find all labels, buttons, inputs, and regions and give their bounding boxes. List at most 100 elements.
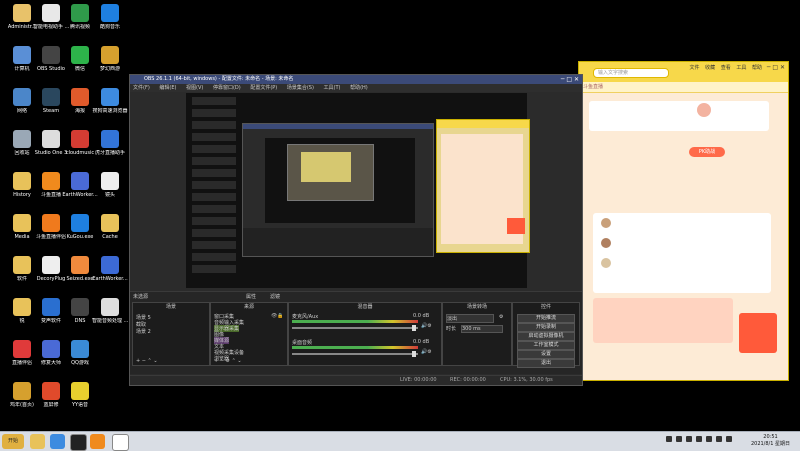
controls-header: 控件 [540,304,551,310]
transition-select[interactable]: 淡出 [446,314,494,323]
browser-promo-banner[interactable] [593,298,733,343]
studio-mode-button[interactable]: 工作室模式 [517,341,575,350]
browser-menu-view[interactable]: 查看 [721,65,731,71]
desktop-icon-label: 酷狗音乐 [99,24,120,30]
obs-menu-tools[interactable]: 工具(T) [324,85,341,91]
start-streaming-button[interactable]: 开始推流 [517,314,575,323]
status-cpu: CPU: 3.1%, 30.00 fps [500,377,553,383]
source-bar-label: 未选源 [133,294,149,300]
scene-item[interactable]: 截取 [136,321,146,328]
source-toolbar[interactable]: + − ⚙ ⌃ ⌄ [214,358,242,364]
desktop-icon-image [71,4,89,22]
desktop-icon-image [13,298,31,316]
desktop-icon-label: QQ游戏 [71,360,89,366]
scene-item[interactable]: 场景 2 [136,328,151,335]
mic-volume-slider[interactable] [292,325,418,331]
obs-preview[interactable] [186,93,530,288]
browser-rank-list [593,213,771,293]
source-filters-button[interactable]: 滤镜 [270,293,280,300]
preview-nested-browser [436,119,530,253]
desktop-icon[interactable]: 镜头 [92,172,128,198]
desktop-icon-image [13,214,31,232]
browser-search-input[interactable]: 输入文字搜索 [593,68,669,78]
desktop-icon-label: EarthWorker... [92,276,128,282]
desktop-icon-image [42,4,60,22]
browser-menu-favorites[interactable]: 收藏 [705,65,715,71]
start-recording-button[interactable]: 开始录制 [517,323,575,332]
desktop-icon-image [101,4,119,22]
tray-icon[interactable] [686,436,692,442]
exit-button[interactable]: 退出 [517,359,575,368]
sources-header: 来源 [243,304,254,310]
desktop-icon[interactable]: 智能音频处理 ... [92,298,128,324]
preview-desktop-icons [192,97,236,277]
transition-settings-icon[interactable]: ⚙ [499,314,503,320]
tray-icon[interactable] [676,436,682,442]
obs-window[interactable]: OBS 26.1.1 (64-bit, windows) - 配置文件: 未命名… [129,74,583,386]
desktop-icon-image [13,88,31,106]
desktop-icon-image [42,340,60,358]
clock-time: 20:51 [763,434,778,440]
streamer-avatar[interactable] [697,103,711,117]
obs-menu-docks[interactable]: 停靠窗口(D) [213,85,241,91]
start-virtual-camera-button[interactable]: 启动虚拟摄像机 [517,332,575,341]
network-icon[interactable] [706,436,712,442]
douyu-taskbar-icon[interactable] [90,434,105,449]
desktop-icon[interactable]: 虎牙直播助手 [92,130,128,156]
scenes-header: 场景 [165,304,176,310]
desktop-icon[interactable]: 搜狗高速浏览器 [92,88,128,114]
pk-button[interactable]: PK助战 [689,147,725,157]
desktop-icon-image [13,46,31,64]
obs-menu-view[interactable]: 视图(V) [186,85,203,91]
settings-button[interactable]: 设置 [517,350,575,359]
tray-icon[interactable] [696,436,702,442]
browser-menu-tools[interactable]: 工具 [736,65,746,71]
obs-menu-file[interactable]: 文件(F) [133,85,150,91]
desktop-icon[interactable]: EarthWorker... [92,256,128,282]
obs-menu-profile[interactable]: 配置文件(P) [250,85,277,91]
obs-taskbar-icon[interactable] [70,434,87,451]
desktop-icon-image [71,382,89,400]
explorer-icon[interactable] [30,434,45,449]
taskbar-clock[interactable]: 20:51 2021/8/1 星期日 [751,434,790,448]
controls-panel: 控件 开始推流 开始录制 启动虚拟摄像机 工作室模式 设置 退出 [512,302,580,368]
start-button[interactable]: 开始 [2,434,24,449]
desktop-icon-label: 镜头 [104,192,115,198]
mic-mute-icon[interactable]: 🔊⚙ [421,323,432,329]
tray-icon[interactable] [666,436,672,442]
transitions-panel: 场景转场 淡出 ⚙ 时长 300 ms [442,302,512,366]
source-properties-button[interactable]: 属性 [246,293,256,300]
app-taskbar-icon[interactable] [112,434,129,451]
desktop-icon-image [101,256,119,274]
browser-gift-box[interactable] [739,313,777,353]
desktop-icon[interactable]: 酷狗音乐 [92,4,128,30]
volume-icon[interactable] [716,436,722,442]
desktop-mute-icon[interactable]: 🔊⚙ [421,349,432,355]
desktop-icon-label: 虎牙直播助手 [94,150,125,156]
desktop-icon[interactable]: QQ游戏 [62,340,98,366]
desktop-icon[interactable]: 梦幻西游 [92,46,128,72]
obs-menu-scene-collection[interactable]: 场景集合(S) [287,85,314,91]
browser-window-controls[interactable]: ─ □ ✕ [767,64,785,71]
scene-toolbar[interactable]: + − ⌃ ⌄ [136,358,158,364]
transition-duration-input[interactable]: 300 ms [461,325,503,333]
desktop-icon[interactable]: Cache [92,214,128,240]
browser-window[interactable]: 输入文字搜索 文件 收藏 查看 工具 帮助 ─ □ ✕ 斗鱼直播 PK助战 [578,61,789,381]
scene-item[interactable]: 场景 5 [136,314,151,321]
sogou-browser-icon[interactable] [50,434,65,449]
browser-menu-file[interactable]: 文件 [690,65,700,71]
ime-icon[interactable] [726,436,732,442]
obs-menu-help[interactable]: 帮助(H) [350,85,368,91]
obs-menu-bar: 文件(F) 编辑(E) 视图(V) 停靠窗口(D) 配置文件(P) 场景集合(S… [130,84,582,92]
desktop-icon-image [42,130,60,148]
taskbar: 开始 20:51 2021/8/1 星期日 [0,431,800,451]
desktop-icon[interactable]: YY语音 [62,382,98,408]
browser-nav-bar: 斗鱼直播 [579,82,788,93]
status-live: LIVE: 00:00:00 [400,377,437,383]
source-visibility-icons[interactable]: 👁🔒 [271,313,284,319]
obs-menu-edit[interactable]: 编辑(E) [159,85,176,91]
browser-menu-help[interactable]: 帮助 [752,65,762,71]
desktop-volume-slider[interactable] [292,351,418,357]
obs-window-controls[interactable]: ─ □ ✕ [561,75,579,84]
desktop-icon-label: Cache [102,234,118,240]
